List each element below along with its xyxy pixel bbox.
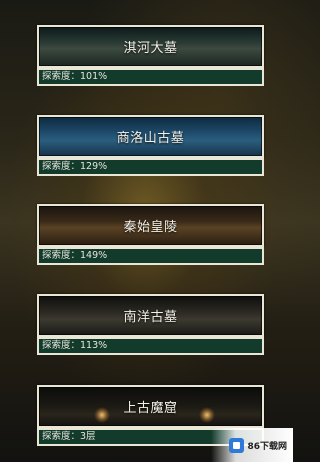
level-title-3: 秦始皇陵 bbox=[123, 220, 178, 235]
level-progress-bar-1: 探索度：101% bbox=[37, 68, 264, 86]
site-watermark: 86下载网 bbox=[211, 428, 293, 462]
level-card-4[interactable]: 南洋古墓 探索度：113% bbox=[37, 294, 264, 355]
torch-glow-right bbox=[199, 407, 215, 423]
level-banner-2[interactable]: 商洛山古墓 bbox=[37, 115, 264, 158]
torch-glow-left bbox=[94, 407, 110, 423]
watermark-text: 86下载网 bbox=[247, 441, 287, 452]
level-progress-text-4: 探索度：113% bbox=[42, 340, 108, 351]
86-logo-icon bbox=[229, 437, 245, 453]
level-card-2[interactable]: 商洛山古墓 探索度：129% bbox=[37, 115, 264, 176]
level-title-5: 上古魔窟 bbox=[123, 401, 178, 416]
level-progress-text-1: 探索度：101% bbox=[42, 71, 108, 82]
level-card-3[interactable]: 秦始皇陵 探索度：149% bbox=[37, 204, 264, 265]
level-title-2: 商洛山古墓 bbox=[116, 131, 185, 146]
level-progress-bar-4: 探索度：113% bbox=[37, 337, 264, 355]
level-card-1[interactable]: 淇河大墓 探索度：101% bbox=[37, 25, 264, 86]
level-title-4: 南洋古墓 bbox=[123, 310, 178, 325]
level-progress-text-5: 探索度：3层 bbox=[42, 431, 96, 442]
level-banner-1[interactable]: 淇河大墓 bbox=[37, 25, 264, 68]
level-progress-text-2: 探索度：129% bbox=[42, 161, 108, 172]
level-banner-3[interactable]: 秦始皇陵 bbox=[37, 204, 264, 247]
level-progress-bar-2: 探索度：129% bbox=[37, 158, 264, 176]
level-progress-text-3: 探索度：149% bbox=[42, 250, 108, 261]
level-banner-4[interactable]: 南洋古墓 bbox=[37, 294, 264, 337]
level-banner-5[interactable]: 上古魔窟 bbox=[37, 385, 264, 428]
level-progress-bar-3: 探索度：149% bbox=[37, 247, 264, 265]
level-title-1: 淇河大墓 bbox=[123, 41, 178, 56]
